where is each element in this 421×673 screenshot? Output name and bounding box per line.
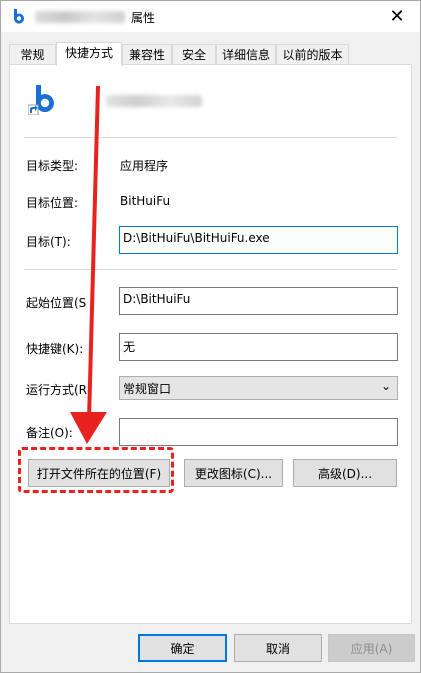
tab-shortcut[interactable]: 快捷方式 bbox=[56, 42, 122, 66]
highlight-dashed-box bbox=[18, 447, 174, 493]
target-label: 目标(T): bbox=[26, 235, 71, 249]
target-type-value: 应用程序 bbox=[120, 159, 169, 173]
target-input[interactable]: D:\BitHuiFu\BitHuiFu.exe bbox=[119, 226, 398, 254]
blurred-shortcut-name bbox=[106, 95, 202, 107]
divider bbox=[24, 269, 397, 270]
tab-details[interactable]: 详细信息 bbox=[216, 44, 276, 64]
ok-button[interactable]: 确定 bbox=[138, 634, 227, 662]
comment-input[interactable] bbox=[119, 418, 398, 446]
close-icon[interactable]: ✕ bbox=[374, 1, 420, 32]
target-type-label: 目标类型: bbox=[26, 159, 79, 173]
properties-window: 属性 ✕ 常规 快捷方式 兼容性 安全 详细信息 以前的版本 目标类型: 应用程… bbox=[0, 0, 421, 673]
target-location-label: 目标位置: bbox=[26, 196, 79, 210]
bithuifu-app-icon bbox=[28, 85, 54, 115]
blurred-filename bbox=[35, 11, 125, 23]
target-location-value: BitHuiFu bbox=[120, 194, 171, 208]
start-in-label: 起始位置(S bbox=[26, 296, 87, 310]
app-icon bbox=[14, 9, 24, 24]
advanced-button[interactable]: 高级(D)... bbox=[293, 459, 397, 487]
tab-general[interactable]: 常规 bbox=[9, 44, 56, 64]
shortcut-panel: 目标类型: 应用程序 目标位置: BitHuiFu 目标(T): D:\BitH… bbox=[9, 64, 412, 624]
cancel-button[interactable]: 取消 bbox=[234, 634, 322, 662]
run-select-value: 常规窗口 bbox=[123, 382, 172, 396]
shortcut-key-label: 快捷键(K): bbox=[26, 342, 84, 356]
comment-label: 备注(O): bbox=[26, 426, 73, 440]
divider bbox=[24, 137, 397, 138]
tab-previous-versions[interactable]: 以前的版本 bbox=[276, 44, 349, 64]
chevron-down-icon: ⌄ bbox=[380, 379, 391, 393]
tab-security[interactable]: 安全 bbox=[172, 44, 216, 64]
shortcut-key-input[interactable]: 无 bbox=[119, 333, 398, 361]
apply-button[interactable]: 应用(A) bbox=[328, 634, 415, 662]
start-in-input[interactable]: D:\BitHuiFu bbox=[119, 287, 398, 315]
run-label: 运行方式(R bbox=[26, 383, 88, 397]
window-title: 属性 bbox=[131, 11, 156, 25]
title-bar: 属性 ✕ bbox=[1, 1, 420, 32]
change-icon-button[interactable]: 更改图标(C)... bbox=[184, 459, 283, 487]
run-select[interactable]: 常规窗口 ⌄ bbox=[119, 376, 398, 400]
tab-compatibility[interactable]: 兼容性 bbox=[122, 44, 172, 64]
